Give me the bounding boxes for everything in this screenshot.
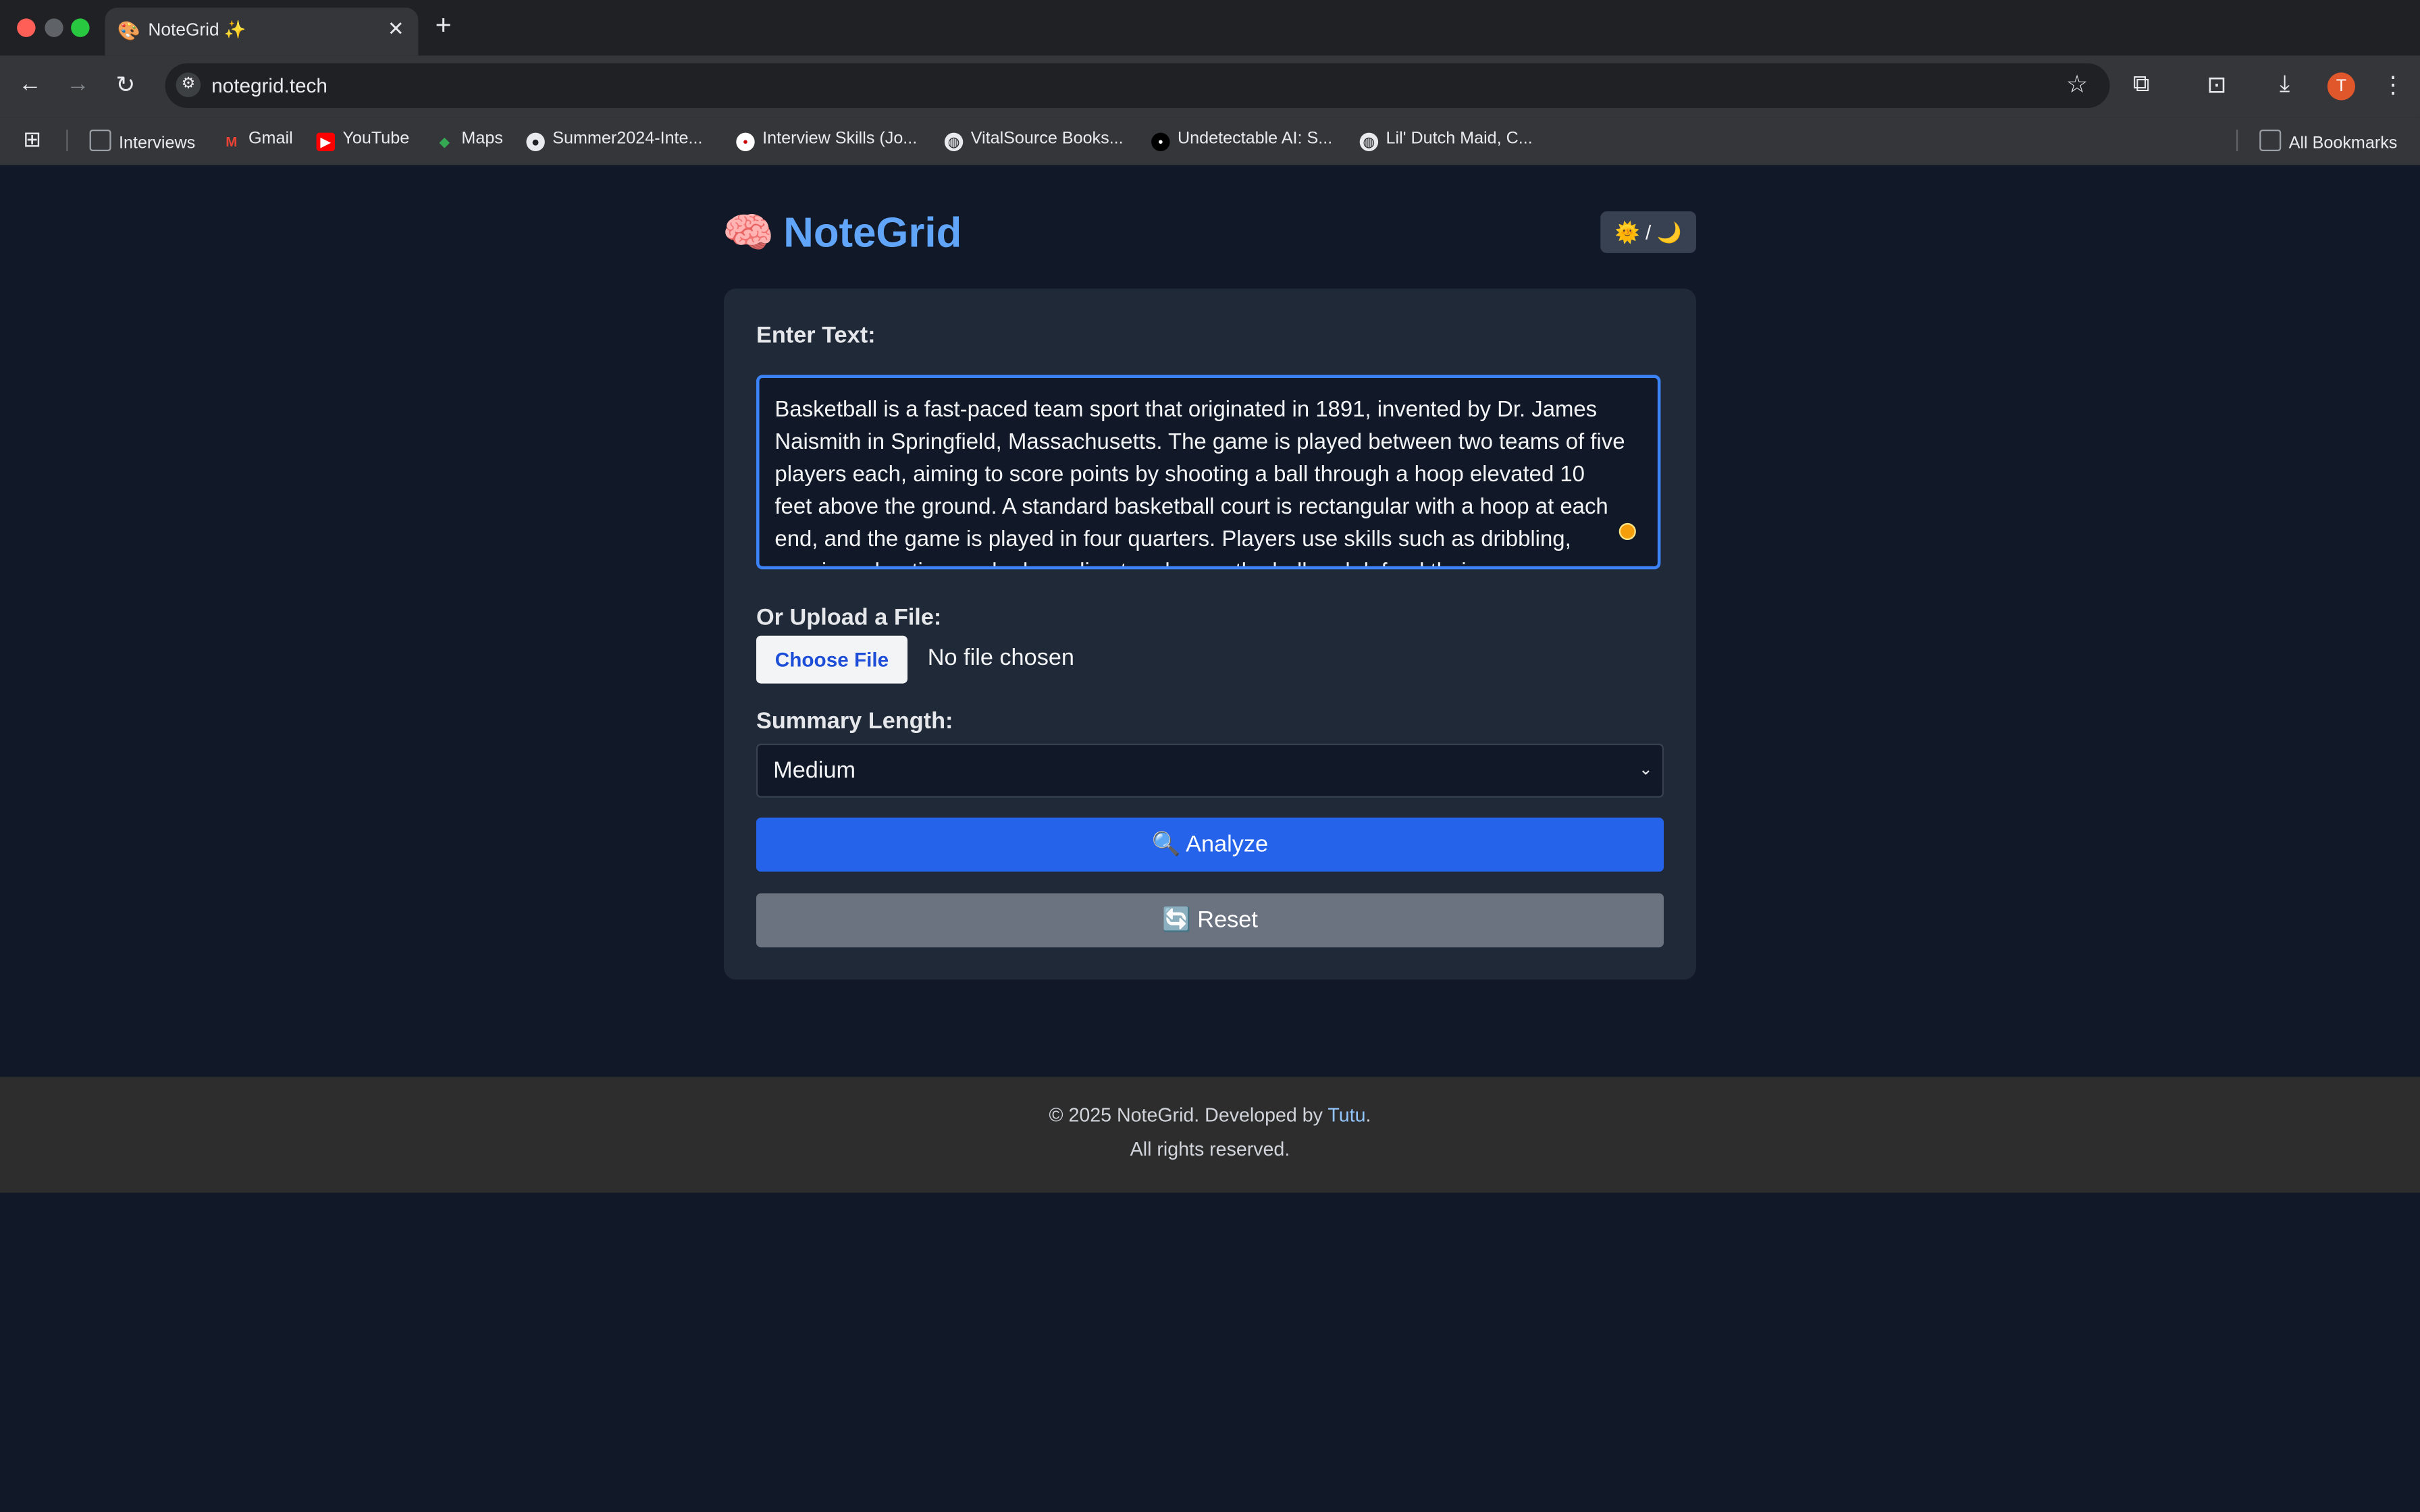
window-minimize-button[interactable]: [45, 18, 63, 37]
bookmark-vitalsource[interactable]: ◍ VitalSource Books...: [944, 129, 1124, 151]
forward-arrow-icon[interactable]: →: [66, 71, 89, 97]
bookmark-label: Maps: [461, 129, 503, 148]
choose-file-button[interactable]: Choose File: [756, 635, 908, 684]
bookmarks-bar: ⊞ Interviews M Gmail ▶ YouTube ◆ Maps ● Summ…: [0, 117, 2420, 167]
footer-copyright: © 2025 NoteGrid. Developed by Tutu.: [0, 1105, 2420, 1127]
site-icon: •: [1151, 132, 1170, 151]
bookmark-lil-dutch-maid[interactable]: ◍ Lil' Dutch Maid, C...: [1359, 129, 1533, 151]
github-icon: ●: [526, 132, 545, 151]
bookmark-label: Interview Skills (Jo...: [762, 129, 918, 148]
gmail-icon: M: [226, 134, 238, 150]
bookmark-youtube[interactable]: ▶ YouTube: [316, 129, 410, 151]
back-arrow-icon[interactable]: ←: [18, 71, 41, 97]
browser-tab-active[interactable]: 🎨 NoteGrid ✨ ✕: [105, 7, 419, 56]
bookmark-label: Lil' Dutch Maid, C...: [1386, 129, 1533, 148]
bookmark-interviews[interactable]: Interviews: [89, 129, 196, 153]
bookmark-label: Gmail: [248, 129, 293, 148]
globe-icon: ◍: [1359, 132, 1379, 151]
file-status: No file chosen: [927, 645, 1074, 672]
bookmark-maps[interactable]: ◆ Maps: [436, 130, 503, 151]
bookmark-separator: [66, 129, 68, 151]
bookmark-undetectable[interactable]: • Undetectable AI: S...: [1151, 130, 1332, 151]
chevron-down-icon: ⌄: [1638, 760, 1653, 780]
all-bookmarks[interactable]: All Bookmarks: [2259, 129, 2398, 153]
summary-length-value: Medium: [773, 757, 856, 784]
bookmark-separator: [2236, 129, 2238, 151]
tab-title: NoteGrid ✨: [148, 21, 246, 40]
extensions-icon[interactable]: ⧉: [2133, 71, 2150, 97]
footer-rights: All rights reserved.: [1130, 1138, 1290, 1160]
brand-title: 🧠 NoteGrid: [722, 209, 962, 258]
bookmark-label: Undetectable AI: S...: [1177, 129, 1333, 148]
summary-length-label: Summary Length:: [756, 708, 953, 734]
bookmark-star-icon[interactable]: ☆: [2066, 70, 2088, 101]
footer-period: .: [1365, 1104, 1371, 1127]
brain-icon: 🧠: [722, 209, 774, 256]
browser-toolbar: ← → ↻ ⚙ notegrid.tech ☆ ⧉ ⊡ ⤓ T ⋮: [0, 55, 2420, 117]
cast-search-icon[interactable]: ⊡: [2207, 71, 2227, 99]
page-body: 🧠 NoteGrid 🌞 / 🌙 Enter Text: Basketball i…: [0, 165, 2420, 1512]
theme-toggle-button[interactable]: 🌞 / 🌙: [1600, 211, 1696, 253]
text-input[interactable]: Basketball is a fast-paced team sport th…: [756, 375, 1661, 570]
window-close-button[interactable]: [17, 18, 36, 37]
bookmark-label: Summer2024-Inte...: [552, 129, 703, 148]
bookmark-interview-skills[interactable]: • Interview Skills (Jo...: [736, 130, 917, 151]
downloads-icon[interactable]: ⤓: [2280, 71, 2290, 97]
window-maximize-button[interactable]: [71, 18, 90, 37]
reload-icon[interactable]: ↻: [115, 71, 135, 99]
folder-icon: [89, 129, 111, 151]
bookmark-label: Interviews: [118, 134, 196, 153]
summary-length-select[interactable]: Medium ⌄: [756, 743, 1664, 798]
upload-label: Or Upload a File:: [756, 604, 942, 631]
brand-name: NoteGrid: [783, 209, 962, 256]
youtube-icon: ▶: [316, 132, 335, 151]
bookmark-summer2024[interactable]: ● Summer2024-Inte...: [526, 130, 702, 151]
all-bookmarks-label: All Bookmarks: [2288, 134, 2398, 153]
analyze-button[interactable]: 🔍 Analyze: [756, 817, 1664, 872]
bookmark-label: YouTube: [342, 129, 410, 148]
reset-button[interactable]: 🔄 Reset: [756, 893, 1664, 948]
tab-favicon-icon: 🎨: [117, 20, 140, 42]
grammar-indicator-icon[interactable]: [1619, 522, 1636, 540]
site-info-icon[interactable]: ⚙: [176, 72, 201, 97]
developer-link[interactable]: Tutu: [1327, 1105, 1365, 1127]
browser-tab-strip: 🎨 NoteGrid ✨ ✕ +: [0, 0, 2420, 56]
apps-grid-icon[interactable]: ⊞: [23, 126, 41, 153]
bookmark-label: VitalSource Books...: [970, 129, 1124, 148]
globe-icon: ◍: [944, 132, 964, 151]
menu-kebab-icon[interactable]: ⋮: [2382, 71, 2404, 99]
enter-text-label: Enter Text:: [756, 322, 876, 349]
profile-avatar[interactable]: T: [2327, 72, 2355, 101]
site-icon: •: [736, 132, 755, 151]
new-tab-icon[interactable]: +: [436, 9, 452, 42]
footer-copyright-text: © 2025 NoteGrid. Developed by: [1049, 1104, 1328, 1127]
input-card: Enter Text: Basketball is a fast-paced t…: [723, 288, 1696, 980]
maps-icon: ◆: [439, 134, 450, 150]
tab-close-icon[interactable]: ✕: [388, 17, 404, 42]
address-bar[interactable]: ⚙ notegrid.tech ☆: [165, 63, 2110, 108]
footer: © 2025 NoteGrid. Developed by Tutu. All …: [0, 1077, 2420, 1193]
bookmark-gmail[interactable]: M Gmail: [222, 129, 293, 151]
address-url[interactable]: notegrid.tech: [211, 74, 327, 97]
folder-icon: [2259, 129, 2282, 151]
